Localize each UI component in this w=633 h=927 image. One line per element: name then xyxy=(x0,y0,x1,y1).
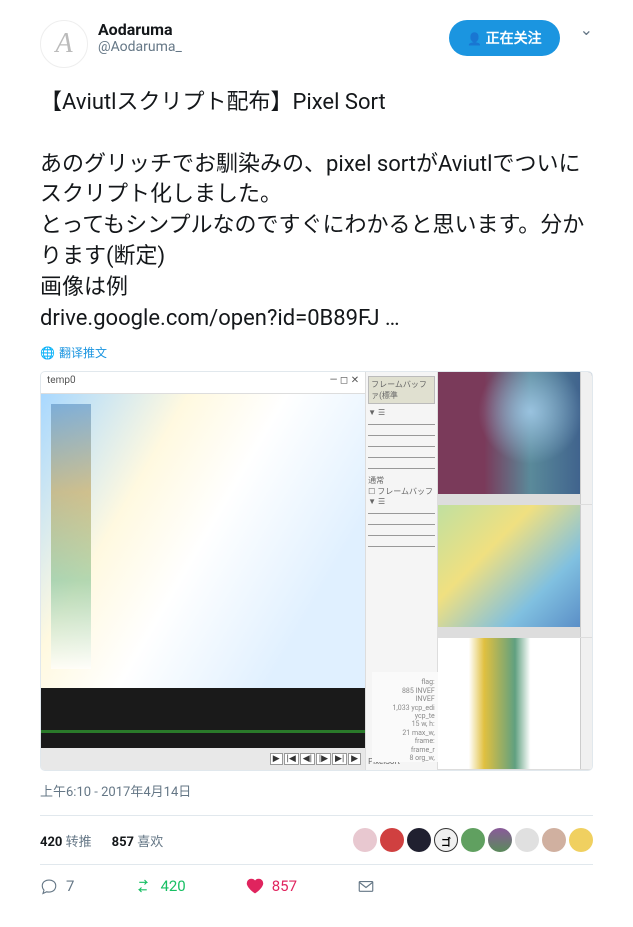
chevron-down-icon[interactable]: ⌄ xyxy=(580,20,593,39)
retweet-stat[interactable]: 420 转推 xyxy=(40,831,92,850)
media-canvas xyxy=(41,394,365,688)
media-main-window: temp0 — ◻ ✕ ▶ |◀ ◀| |▶ ▶| ▶ xyxy=(41,372,366,770)
liker-avatar[interactable] xyxy=(380,828,404,852)
liker-avatar[interactable] xyxy=(542,828,566,852)
translate-label: 翻译推文 xyxy=(59,344,107,361)
panel-row: ▼ ☰ xyxy=(368,497,435,506)
skip-start-icon: |◀ xyxy=(284,753,299,765)
follow-button[interactable]: 正在关注 xyxy=(449,20,559,56)
reply-count: 7 xyxy=(66,877,74,895)
skip-end-icon: ▶| xyxy=(332,753,347,765)
liker-avatars[interactable] xyxy=(353,828,593,852)
media-thumb xyxy=(438,505,592,638)
media-titlebar: temp0 — ◻ ✕ xyxy=(41,372,365,394)
media-playback-controls: ▶ |◀ ◀| |▶ ▶| ▶ xyxy=(41,748,365,770)
reply-button[interactable]: 7 xyxy=(40,877,74,895)
step-fwd-icon: |▶ xyxy=(316,753,331,765)
panel-slider xyxy=(368,542,435,550)
panel-slider xyxy=(368,520,435,528)
media-thumb xyxy=(438,372,592,505)
media-thumb xyxy=(438,638,592,771)
window-controls-icon: — ◻ ✕ xyxy=(330,375,359,390)
liker-avatar[interactable] xyxy=(353,828,377,852)
panel-row: ▼ ☰ xyxy=(368,408,435,417)
retweet-count: 420 xyxy=(40,835,62,850)
panel-slider xyxy=(368,442,435,450)
step-back-icon: ◀| xyxy=(300,753,315,765)
panel-sub: ☐ フレームバッフ xyxy=(368,486,435,497)
panel-slider xyxy=(368,431,435,439)
like-button[interactable]: 857 xyxy=(246,877,297,895)
retweet-icon xyxy=(134,877,152,895)
avatar[interactable]: A xyxy=(40,20,88,68)
retweet-action-count: 420 xyxy=(160,877,185,895)
liker-avatar[interactable] xyxy=(407,828,431,852)
media-attachment[interactable]: temp0 — ◻ ✕ ▶ |◀ ◀| |▶ ▶| ▶ フレームバッファ(標準 … xyxy=(40,371,593,771)
panel-slider xyxy=(368,420,435,428)
panel-title: フレームバッファ(標準 xyxy=(368,376,435,404)
like-count: 857 xyxy=(112,835,134,850)
retweet-label: 转推 xyxy=(66,835,92,850)
panel-mode: 通常 xyxy=(368,475,435,486)
display-name: Aodaruma xyxy=(98,20,439,39)
tweet-text: 【Aviutlスクリプト配布】Pixel Sort あのグリッチでお馴染みの、p… xyxy=(40,88,593,334)
panel-slider xyxy=(368,531,435,539)
play-icon: ▶ xyxy=(270,753,283,765)
translate-link[interactable]: 🌐 翻译推文 xyxy=(40,344,593,361)
heart-icon xyxy=(246,877,264,895)
like-action-count: 857 xyxy=(272,877,297,895)
media-thumbnails xyxy=(438,372,592,770)
user-handle: @Aodaruma_ xyxy=(98,39,439,55)
liker-avatar[interactable] xyxy=(569,828,593,852)
stats-bar: 420 转推 857 喜欢 xyxy=(40,815,593,865)
panel-slider xyxy=(368,453,435,461)
like-label: 喜欢 xyxy=(137,835,163,850)
share-button[interactable] xyxy=(357,877,375,895)
play2-icon: ▶ xyxy=(348,753,361,765)
envelope-icon xyxy=(357,877,375,895)
tweet-header: A Aodaruma @Aodaruma_ 正在关注 ⌄ xyxy=(40,20,593,68)
media-timeline xyxy=(41,688,365,748)
tweet-container: A Aodaruma @Aodaruma_ 正在关注 ⌄ 【Aviutlスクリプ… xyxy=(0,0,633,927)
media-debug-text: flag: 885 INVEF INVEF 1,033 ycp_edi ycp_… xyxy=(372,672,438,762)
retweet-button[interactable]: 420 xyxy=(134,877,185,895)
panel-slider xyxy=(368,464,435,472)
liker-avatar[interactable] xyxy=(434,828,458,852)
like-stat[interactable]: 857 喜欢 xyxy=(112,831,164,850)
timestamp[interactable]: 上午6:10 - 2017年4月14日 xyxy=(40,781,593,800)
window-title: temp0 xyxy=(47,375,76,390)
panel-slider xyxy=(368,509,435,517)
liker-avatar[interactable] xyxy=(488,828,512,852)
liker-avatar[interactable] xyxy=(515,828,539,852)
globe-icon: 🌐 xyxy=(40,346,55,360)
user-info[interactable]: Aodaruma @Aodaruma_ xyxy=(98,20,439,55)
action-bar: 7 420 857 xyxy=(40,865,593,907)
reply-icon xyxy=(40,877,58,895)
liker-avatar[interactable] xyxy=(461,828,485,852)
